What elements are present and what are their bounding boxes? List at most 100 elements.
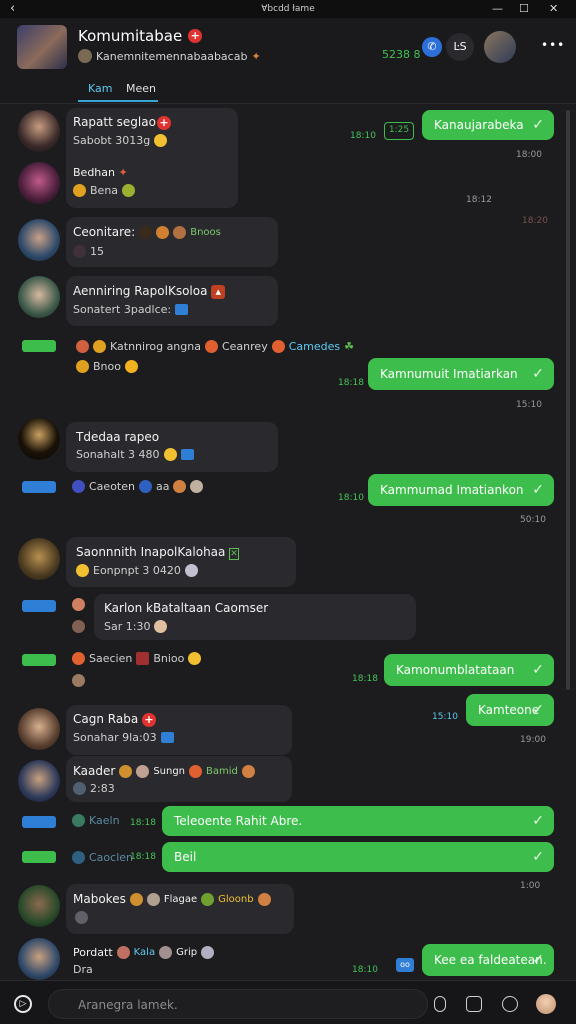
- avatar[interactable]: [18, 276, 60, 318]
- message-sender: Caoclen: [72, 851, 133, 864]
- tab-kam[interactable]: Kam: [88, 82, 112, 95]
- emoji-icon: [72, 851, 85, 864]
- message-time: 18:18: [338, 378, 364, 388]
- status-pill: [22, 481, 56, 493]
- emoji-icon: [72, 674, 85, 687]
- sticker-icon[interactable]: [466, 996, 482, 1012]
- tag-icon: [160, 732, 174, 743]
- message-time: 18:10: [352, 965, 378, 975]
- tab-indicator: [78, 100, 158, 102]
- member-avatar-icon: [78, 49, 92, 63]
- tab-meen[interactable]: Meen: [126, 82, 156, 95]
- message-sender: Kaeln: [72, 814, 120, 827]
- message-time: 18:10: [338, 493, 364, 503]
- check-icon: ✓: [532, 849, 544, 865]
- more-menu-icon[interactable]: •••: [541, 38, 565, 52]
- message-sender: Kaader Sungn Bamid: [73, 764, 255, 778]
- outgoing-bubble[interactable]: Kamonumblatataan ✓: [384, 654, 554, 686]
- emoji-icon: [129, 892, 143, 906]
- message-time: 18:10: [350, 131, 376, 141]
- message-sender: Rapatt seglao: [73, 115, 156, 129]
- emoji-icon: [154, 620, 168, 633]
- outgoing-bubble[interactable]: Kanaujarabeka ✓: [422, 110, 554, 140]
- emoji-icon: [188, 652, 202, 665]
- avatar[interactable]: [18, 760, 60, 802]
- message-bubble[interactable]: [66, 756, 292, 802]
- status-pill: [22, 851, 56, 863]
- avatar[interactable]: [18, 418, 60, 460]
- status-pill: [22, 654, 56, 666]
- message-text: Sonahar 9la:03: [73, 731, 174, 744]
- message-sender: Aenniring RapolKsoloa ▴: [73, 284, 226, 299]
- message-sender: Karlon kBataltaan Caomser: [104, 601, 269, 615]
- status-pill: [22, 600, 56, 612]
- avatar[interactable]: [18, 538, 60, 580]
- emoji-icon: [136, 764, 150, 778]
- check-icon: ✓: [532, 482, 544, 498]
- title-bar: ‹ Ɐbcdd łame — ☐ ✕: [0, 0, 576, 18]
- channel-button[interactable]: ĿS: [446, 33, 474, 61]
- user-avatar[interactable]: [484, 31, 516, 63]
- member-count: 5238 8: [382, 48, 421, 61]
- outgoing-bubble[interactable]: Kee ea faldeatean. ✓: [422, 944, 554, 976]
- emoji-icon: [116, 946, 130, 959]
- group-name[interactable]: Komumitabae +: [78, 27, 203, 45]
- emoji-icon: [159, 946, 173, 959]
- emoji-icon: [93, 340, 106, 353]
- close-button[interactable]: ✕: [549, 0, 558, 18]
- message-text: Bnoo: [76, 360, 138, 373]
- outgoing-bubble[interactable]: Beil ✓: [162, 842, 554, 872]
- emoji-icon: [271, 340, 285, 353]
- emoji-picker-icon[interactable]: [536, 994, 556, 1014]
- outgoing-bubble[interactable]: Kammumad Imatiankon ✓: [368, 474, 554, 506]
- status-pill: [22, 816, 56, 828]
- message-time: 18:18: [130, 818, 156, 828]
- emoji-icon: [73, 782, 86, 795]
- clock-icon[interactable]: [502, 996, 518, 1012]
- avatar[interactable]: [18, 219, 60, 261]
- message-input-placeholder: Aranegra lamek.: [78, 998, 178, 1012]
- emoji-icon: [73, 245, 86, 258]
- reaction-badge[interactable]: 1:25: [384, 122, 414, 140]
- emoji-icon: [173, 480, 187, 493]
- check-icon: ✓: [532, 662, 544, 678]
- scrollbar[interactable]: [566, 110, 570, 690]
- outgoing-bubble[interactable]: Kamnumuit Imatiarkan ✓: [368, 358, 554, 390]
- check-icon: ✓: [532, 366, 544, 382]
- avatar[interactable]: [18, 110, 60, 152]
- avatar[interactable]: [18, 938, 60, 980]
- avatar[interactable]: [18, 708, 60, 750]
- message-time: 18:00: [516, 150, 542, 160]
- avatar[interactable]: [18, 162, 60, 204]
- outgoing-bubble[interactable]: Kamteone ✓: [466, 694, 554, 726]
- emoji-icon: [122, 184, 136, 197]
- emoji-icon: [72, 814, 85, 827]
- message-time: 18:18: [352, 674, 378, 684]
- mic-icon[interactable]: [434, 996, 446, 1012]
- emoji-icon: [75, 911, 88, 924]
- call-button[interactable]: ✆: [422, 37, 442, 57]
- emoji-icon: [201, 946, 215, 959]
- phone-icon: ✆: [427, 40, 437, 53]
- emoji-icon: [76, 340, 89, 353]
- message-sender: Katnnirog angna Ceanrey Camedes ☘: [76, 340, 354, 353]
- emoji-icon: [73, 184, 86, 197]
- message-time: 19:00: [520, 735, 546, 745]
- avatar[interactable]: [18, 885, 60, 927]
- tag-icon: [180, 449, 194, 460]
- message-text: Sabobt 3013g: [73, 134, 168, 147]
- group-avatar[interactable]: [17, 25, 67, 69]
- attach-icon[interactable]: ▷: [14, 995, 32, 1013]
- check-icon: ✓: [532, 117, 544, 133]
- tag-icon: [175, 304, 189, 315]
- message-time: 1:00: [520, 881, 541, 891]
- maximize-button[interactable]: ☐: [519, 0, 529, 18]
- minimize-button[interactable]: —: [492, 0, 503, 18]
- chat-window: { "window":{"title":"Ɐbcdd łame","back":…: [0, 0, 576, 1024]
- outgoing-bubble[interactable]: Teleoente Rahit Abre. ✓: [162, 806, 554, 836]
- check-icon: ✓: [532, 952, 544, 968]
- message-text: Sonatert 3padlce:: [73, 303, 189, 316]
- emoji-icon: [72, 480, 85, 493]
- message-text: 2:83: [73, 782, 115, 795]
- message-sender: Mabokes Flagae Gloonb: [73, 892, 271, 906]
